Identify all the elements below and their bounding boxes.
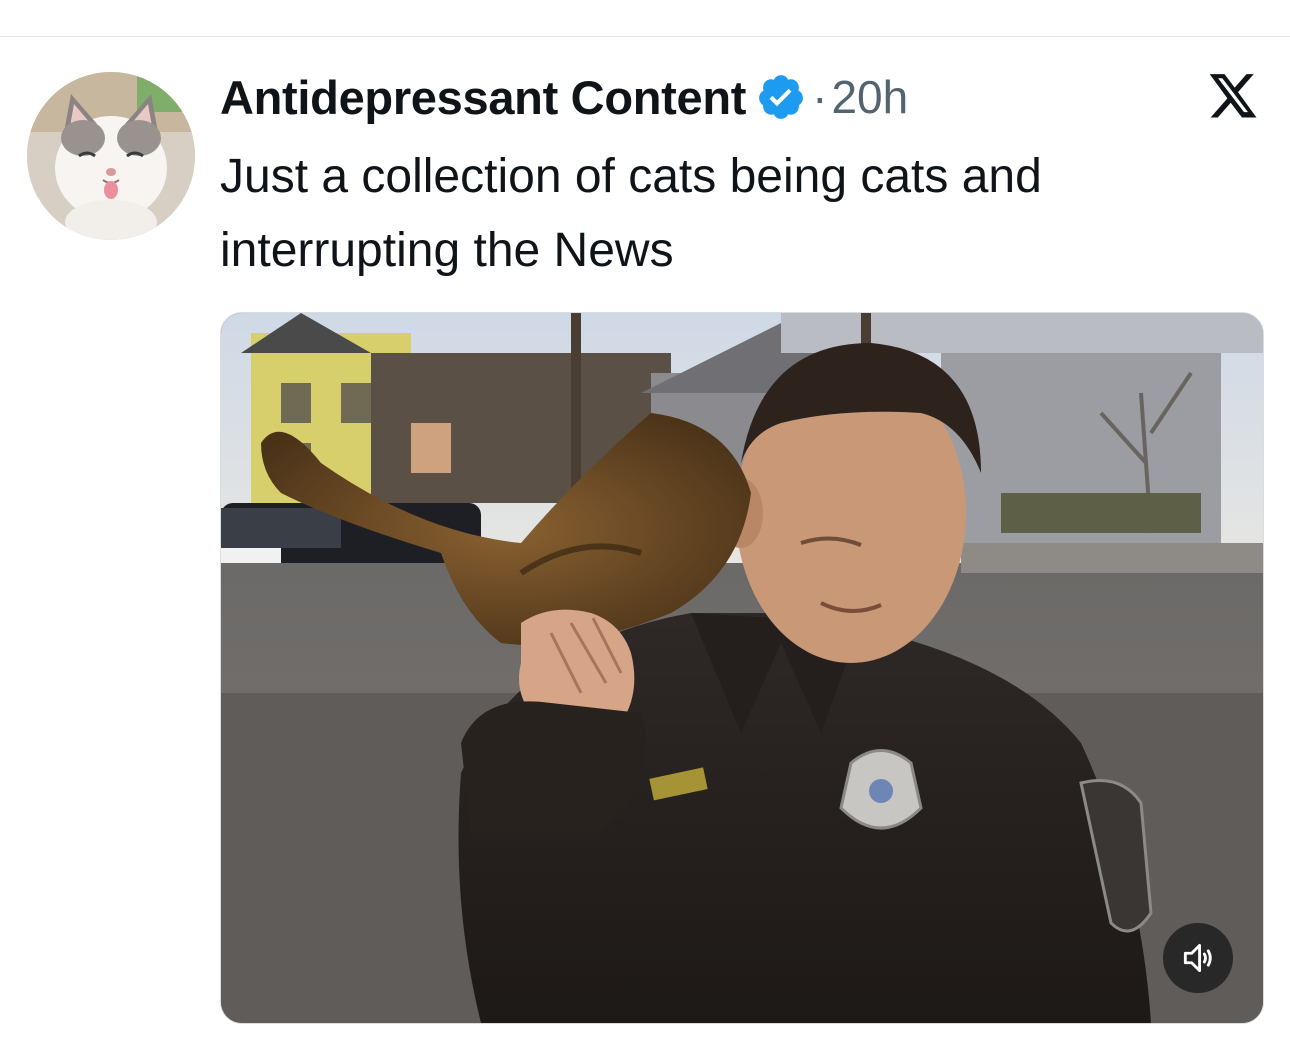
tweet-header: Antidepressant Content · 20h — [220, 68, 908, 126]
tweet-timestamp[interactable]: 20h — [831, 70, 908, 124]
x-logo-icon[interactable] — [1207, 74, 1259, 122]
video-frame — [221, 313, 1263, 1023]
verified-badge-icon — [756, 72, 806, 122]
header-separator: · — [812, 71, 828, 123]
tweet-video[interactable] — [220, 312, 1264, 1024]
volume-toggle-button[interactable] — [1163, 923, 1233, 993]
author-display-name[interactable]: Antidepressant Content — [220, 70, 746, 125]
cat-avatar-image — [27, 72, 195, 240]
speaker-muted-icon — [1183, 943, 1212, 973]
top-divider — [0, 36, 1290, 37]
tweet-text: Just a collection of cats being cats and… — [220, 150, 1042, 277]
avatar[interactable] — [27, 72, 195, 240]
